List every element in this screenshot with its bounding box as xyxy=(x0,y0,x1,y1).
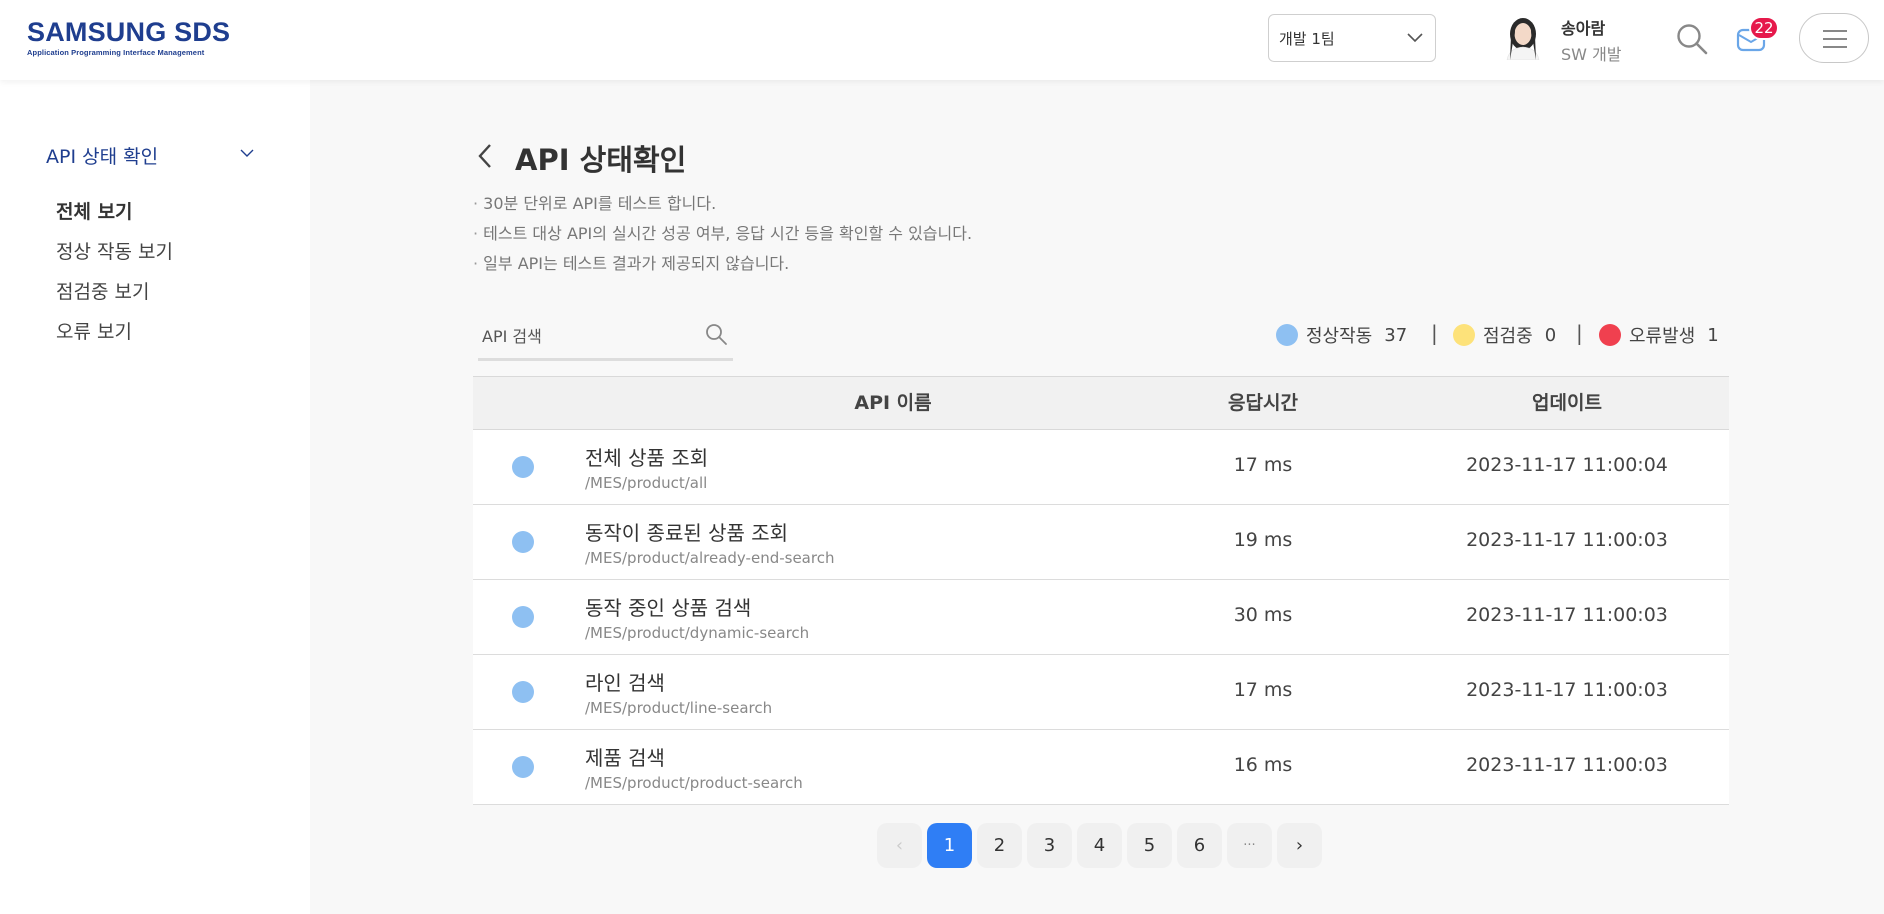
sidebar-section-title[interactable]: API 상태 확인 xyxy=(46,142,158,169)
description-item: 30분 단위로 API를 테스트 합니다. xyxy=(473,192,972,222)
hamburger-menu-icon xyxy=(1823,30,1847,48)
description-item: 일부 API는 테스트 결과가 제공되지 않습니다. xyxy=(473,252,972,282)
status-dot-error xyxy=(1599,324,1621,346)
table-header: API 이름 응답시간 업데이트 xyxy=(473,376,1729,430)
column-header-api-name: API 이름 xyxy=(854,392,932,414)
page-button-3[interactable]: 3 xyxy=(1027,823,1072,868)
updated-at: 2023-11-17 11:00:03 xyxy=(1466,529,1668,551)
description-list: 30분 단위로 API를 테스트 합니다. 테스트 대상 API의 실시간 성공… xyxy=(473,192,972,282)
description-item: 테스트 대상 API의 실시간 성공 여부, 응답 시간 등을 확인할 수 있습… xyxy=(473,222,972,252)
status-dot-normal xyxy=(1276,324,1298,346)
column-header-response-time: 응답시간 xyxy=(1228,392,1298,414)
response-time: 30 ms xyxy=(1233,604,1293,626)
api-name: 전체 상품 조회 xyxy=(585,446,709,470)
page-button-1[interactable]: 1 xyxy=(927,823,972,868)
legend-label: 오류발생 xyxy=(1629,326,1696,347)
api-search-input[interactable] xyxy=(482,318,702,354)
user-department: SW 개발 xyxy=(1561,45,1622,64)
table-row[interactable]: 전체 상품 조회 /MES/product/all 17 ms 2023-11-… xyxy=(473,430,1729,505)
sidebar-item-all[interactable]: 전체 보기 xyxy=(56,192,173,232)
api-path: /MES/product/all xyxy=(585,474,708,492)
page-button-6[interactable]: 6 xyxy=(1177,823,1222,868)
prev-page-button[interactable]: ‹ xyxy=(877,823,922,868)
logo-text: SAMSUNG SDS xyxy=(27,17,231,47)
column-header-updated: 업데이트 xyxy=(1532,392,1602,414)
table-row[interactable]: 제품 검색 /MES/product/product-search 16 ms … xyxy=(473,730,1729,805)
table-row[interactable]: 동작이 종료된 상품 조회 /MES/product/already-end-s… xyxy=(473,505,1729,580)
sidebar-item-error[interactable]: 오류 보기 xyxy=(56,312,173,352)
logo-subtitle: Application Programming Interface Manage… xyxy=(27,48,205,57)
api-path: /MES/product/product-search xyxy=(585,774,803,792)
response-time: 17 ms xyxy=(1233,454,1293,476)
status-dot xyxy=(512,681,534,703)
page-ellipsis: ··· xyxy=(1227,823,1272,868)
legend-count: 0 xyxy=(1544,324,1557,346)
legend-count: 1 xyxy=(1707,324,1719,346)
table-row[interactable]: 라인 검색 /MES/product/line-search 17 ms 202… xyxy=(473,655,1729,730)
status-dot xyxy=(512,531,534,553)
api-search xyxy=(478,318,733,361)
brand-logo[interactable]: SAMSUNG SDS Application Programming Inte… xyxy=(27,17,231,57)
avatar[interactable] xyxy=(1503,14,1543,60)
top-header: SAMSUNG SDS Application Programming Inte… xyxy=(0,0,1884,80)
api-path: /MES/product/already-end-search xyxy=(585,549,835,567)
notification-badge: 22 xyxy=(1749,16,1779,40)
search-icon[interactable] xyxy=(704,322,728,346)
page-title: API 상태확인 xyxy=(515,143,687,177)
updated-at: 2023-11-17 11:00:04 xyxy=(1466,454,1668,476)
response-time: 17 ms xyxy=(1233,679,1293,701)
legend-maintenance: 점검중 0 xyxy=(1453,322,1556,348)
legend-divider: | xyxy=(1431,321,1438,345)
sidebar-item-normal[interactable]: 정상 작동 보기 xyxy=(56,232,173,272)
api-path: /MES/product/line-search xyxy=(585,699,773,717)
user-name: 송아람 xyxy=(1561,19,1606,38)
page-button-4[interactable]: 4 xyxy=(1077,823,1122,868)
api-name: 동작이 종료된 상품 조회 xyxy=(585,521,789,545)
response-time: 16 ms xyxy=(1233,754,1293,776)
sidebar-menu: 전체 보기 정상 작동 보기 점검중 보기 오류 보기 xyxy=(56,192,173,352)
status-dot-maintenance xyxy=(1453,324,1475,346)
page-button-2[interactable]: 2 xyxy=(977,823,1022,868)
api-name: 동작 중인 상품 검색 xyxy=(585,596,752,620)
api-status-table: API 이름 응답시간 업데이트 전체 상품 조회 /MES/product/a… xyxy=(473,376,1729,805)
api-path: /MES/product/dynamic-search xyxy=(585,624,810,642)
legend-normal: 정상작동 37 xyxy=(1276,322,1407,348)
team-select-value: 개발 1팀 xyxy=(1279,29,1335,48)
search-icon[interactable] xyxy=(1675,22,1709,56)
legend-count: 37 xyxy=(1384,324,1408,346)
status-dot xyxy=(512,456,534,478)
status-dot xyxy=(512,606,534,628)
back-chevron-icon[interactable] xyxy=(477,143,493,169)
updated-at: 2023-11-17 11:00:03 xyxy=(1466,604,1668,626)
team-select[interactable]: 개발 1팀 xyxy=(1268,14,1436,62)
updated-at: 2023-11-17 11:00:03 xyxy=(1466,679,1668,701)
api-name: 제품 검색 xyxy=(585,746,665,770)
sidebar: API 상태 확인 전체 보기 정상 작동 보기 점검중 보기 오류 보기 xyxy=(0,80,310,914)
legend-divider: | xyxy=(1576,321,1583,345)
pagination: ‹ 1 2 3 4 5 6 ··· › xyxy=(877,823,1322,868)
table-row[interactable]: 동작 중인 상품 검색 /MES/product/dynamic-search … xyxy=(473,580,1729,655)
chevron-down-icon[interactable] xyxy=(240,148,254,158)
status-dot xyxy=(512,756,534,778)
chevron-down-icon xyxy=(1407,33,1423,43)
page-button-5[interactable]: 5 xyxy=(1127,823,1172,868)
legend-error: 오류발생 1 xyxy=(1599,322,1719,348)
menu-button[interactable] xyxy=(1799,13,1869,63)
legend-label: 점검중 xyxy=(1483,326,1533,347)
api-name: 라인 검색 xyxy=(585,671,665,695)
response-time: 19 ms xyxy=(1233,529,1293,551)
updated-at: 2023-11-17 11:00:03 xyxy=(1466,754,1668,776)
legend-label: 정상작동 xyxy=(1306,326,1373,347)
next-page-button[interactable]: › xyxy=(1277,823,1322,868)
sidebar-item-maintenance[interactable]: 점검중 보기 xyxy=(56,272,173,312)
